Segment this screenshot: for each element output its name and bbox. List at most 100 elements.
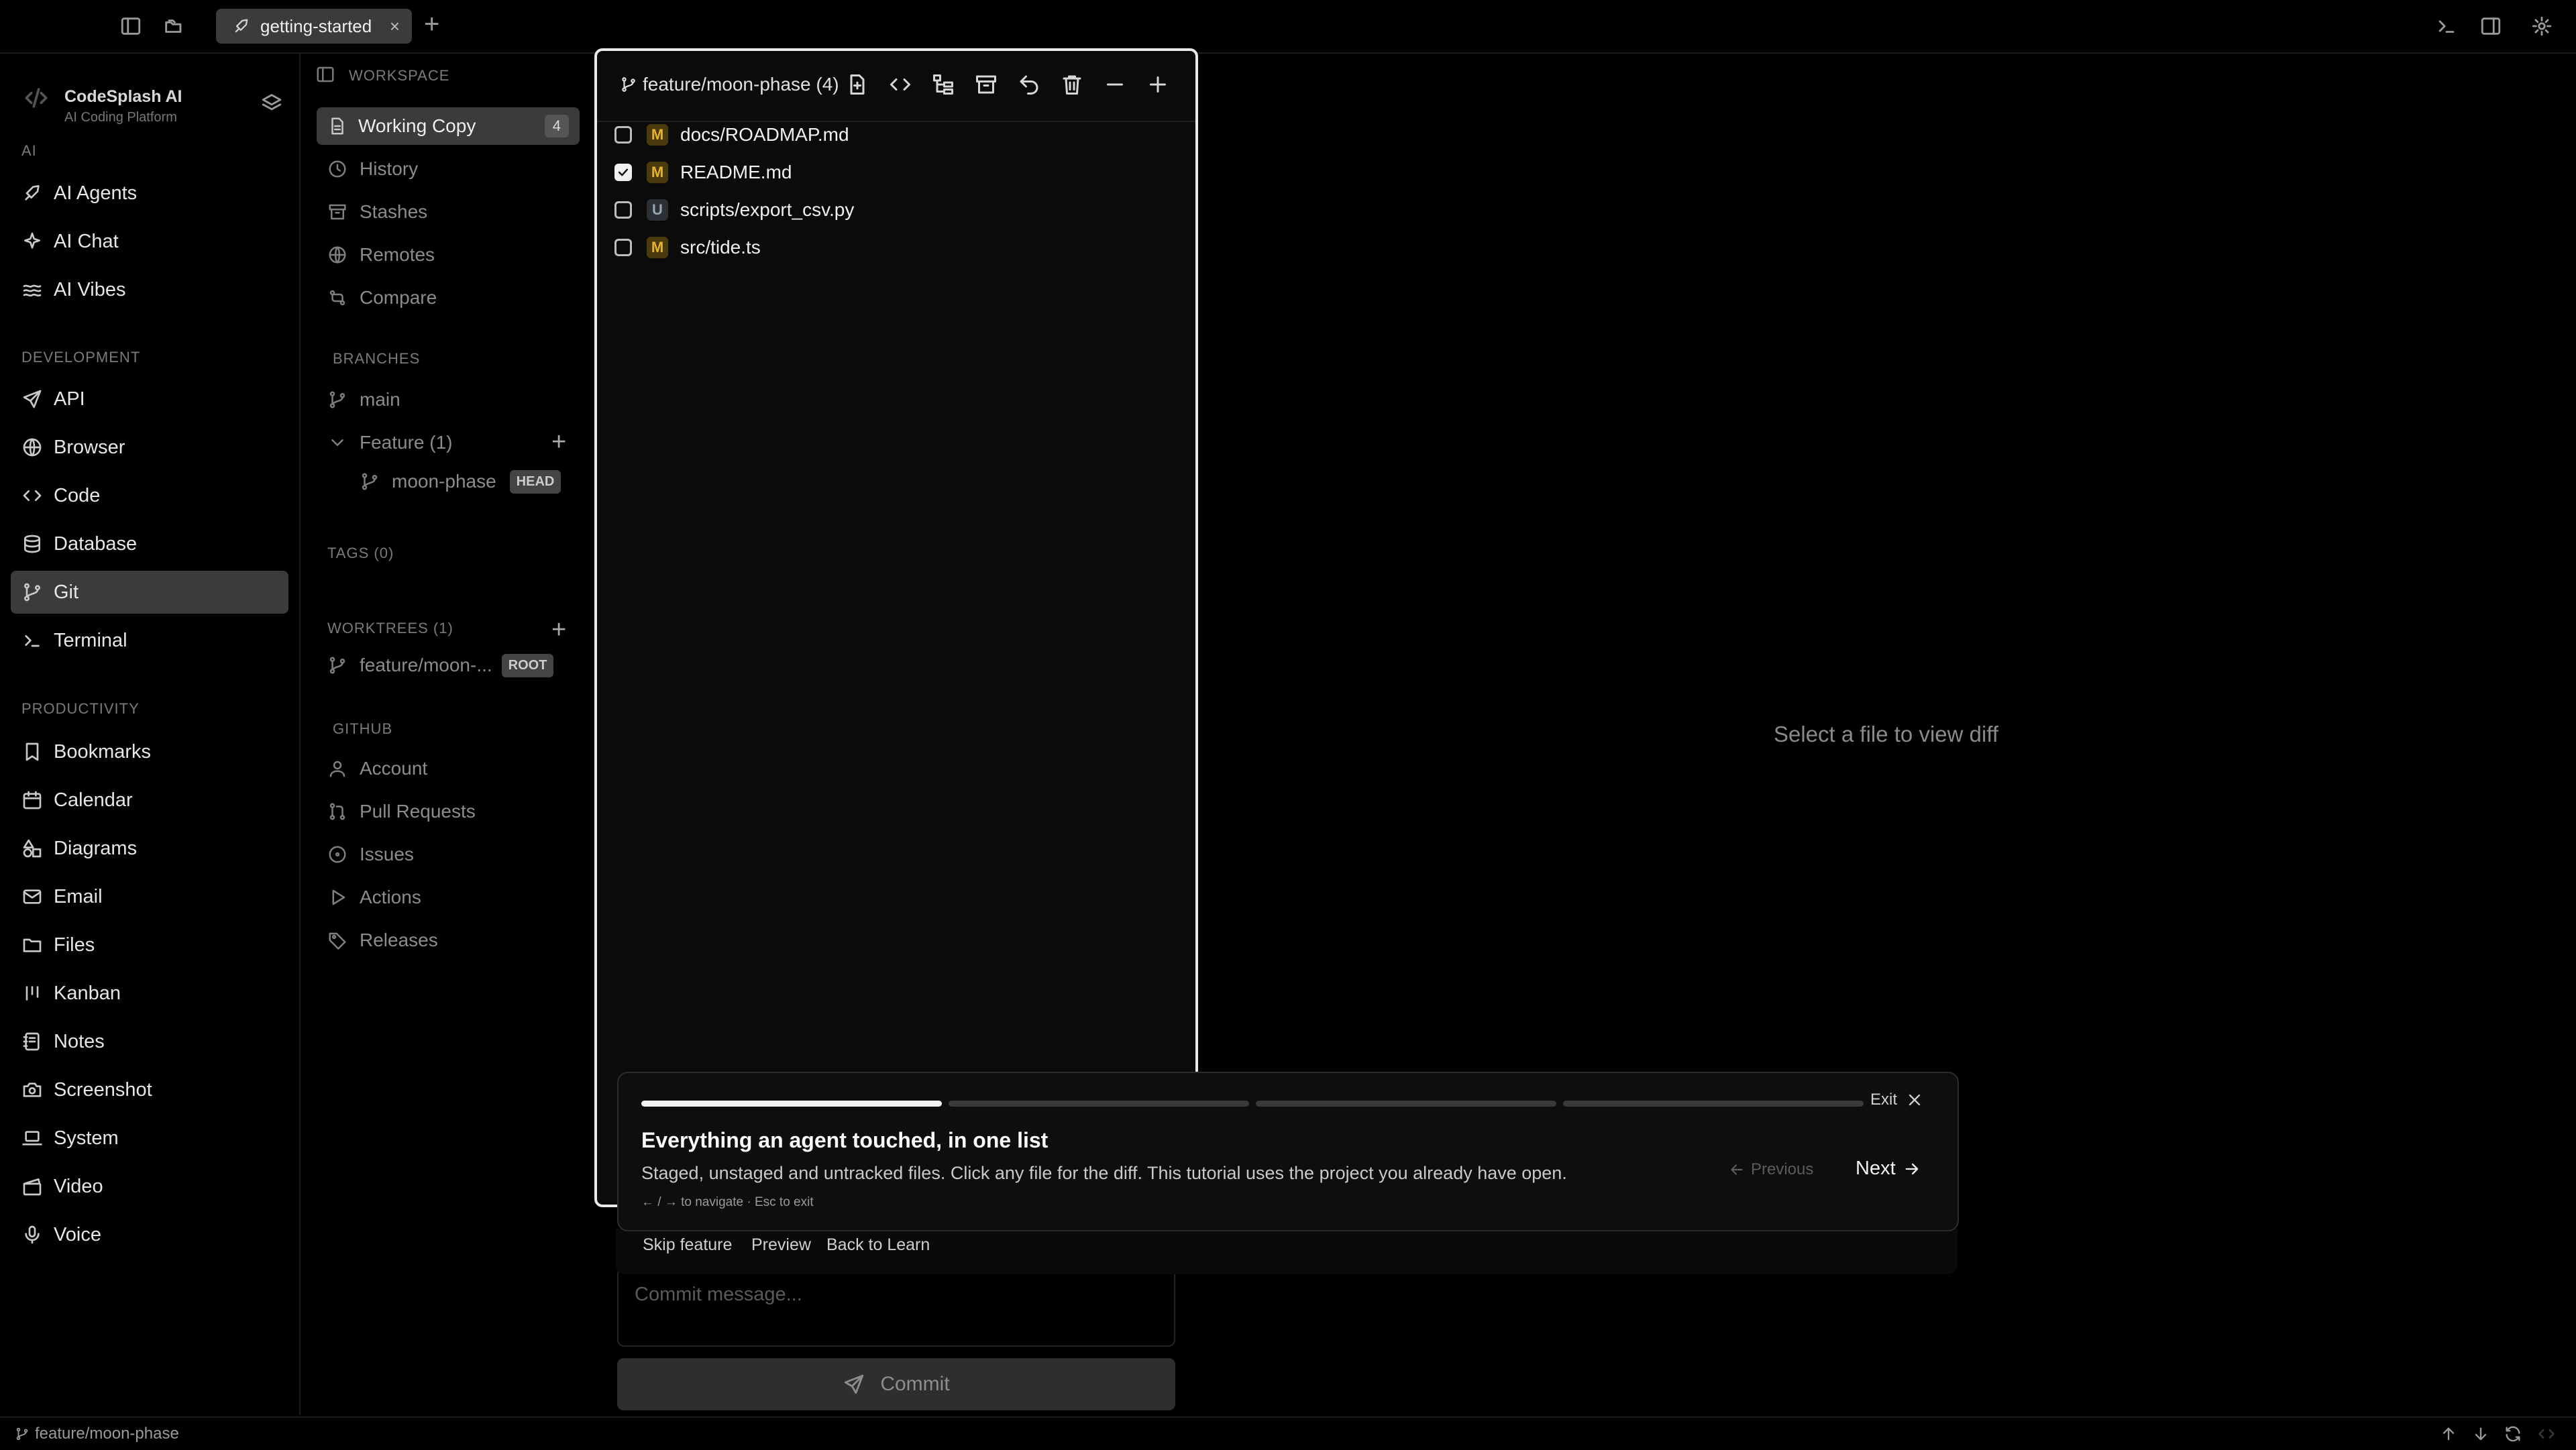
nav-item-browser[interactable]: Browser xyxy=(11,426,288,469)
nav-item-api[interactable]: API xyxy=(11,378,288,421)
send-icon xyxy=(23,390,42,408)
commit-message-input[interactable]: Commit message... xyxy=(617,1268,1175,1347)
nav-item-ai-agents[interactable]: AI Agents xyxy=(11,172,288,215)
arrow-down-icon[interactable] xyxy=(2471,1425,2490,1443)
status-badge-modified: M xyxy=(647,162,668,183)
progress-segment xyxy=(1563,1101,1864,1107)
workspace-item-history[interactable]: History xyxy=(327,150,418,188)
back-to-learn-link[interactable]: Back to Learn xyxy=(826,1235,930,1255)
nav-item-video[interactable]: Video xyxy=(11,1165,288,1208)
plus-icon[interactable] xyxy=(1146,72,1173,99)
nav-item-git[interactable]: Git xyxy=(11,571,288,614)
file-checkbox[interactable] xyxy=(614,164,632,181)
nav-item-code[interactable]: Code xyxy=(11,474,288,517)
file-diff-icon[interactable] xyxy=(845,72,872,99)
nav-item-kanban[interactable]: Kanban xyxy=(11,972,288,1015)
skip-feature-link[interactable]: Skip feature xyxy=(643,1235,732,1255)
nav-item-ai-chat[interactable]: AI Chat xyxy=(11,220,288,263)
nav-item-diagrams[interactable]: Diagrams xyxy=(11,827,288,870)
branch-selector[interactable]: feature/moon-phase (4) xyxy=(620,74,841,95)
nav-item-files[interactable]: Files xyxy=(11,924,288,966)
code-icon[interactable] xyxy=(888,72,915,99)
bookmark-icon xyxy=(25,742,39,761)
laptop-icon xyxy=(22,1131,42,1146)
add-branch-button[interactable]: + xyxy=(551,429,566,455)
github-item-pull-requests[interactable]: Pull Requests xyxy=(327,793,476,830)
branch-main[interactable]: main xyxy=(327,381,400,419)
status-badge-modified: M xyxy=(647,237,668,258)
arrow-up-icon[interactable] xyxy=(2439,1425,2458,1443)
next-button[interactable]: Next xyxy=(1856,1158,1921,1180)
workspace-item-remotes[interactable]: Remotes xyxy=(327,236,435,274)
file-row[interactable]: M docs/ROADMAP.md xyxy=(614,117,849,153)
nav-item-email[interactable]: Email xyxy=(11,875,288,918)
terminal-icon[interactable] xyxy=(2435,15,2458,38)
exit-tour-button[interactable]: Exit xyxy=(1870,1091,1924,1109)
nav-item-bookmarks[interactable]: Bookmarks xyxy=(11,730,288,773)
exit-label: Exit xyxy=(1870,1091,1897,1109)
nav-label: Code xyxy=(54,484,101,506)
code-icon[interactable] xyxy=(2537,1425,2556,1443)
github-item-actions[interactable]: Actions xyxy=(327,879,421,916)
file-row[interactable]: M README.md xyxy=(614,154,792,190)
archive-icon[interactable] xyxy=(974,72,1001,99)
sidebar-toggle-icon[interactable] xyxy=(119,15,142,38)
file-checkbox[interactable] xyxy=(614,201,632,219)
add-worktree-button[interactable]: + xyxy=(551,617,566,643)
workspace-item-stashes[interactable]: Stashes xyxy=(327,193,427,231)
tree-view-icon[interactable] xyxy=(931,72,958,99)
clapperboard-icon xyxy=(23,1178,42,1196)
code-icon xyxy=(23,490,42,501)
previous-button[interactable]: Previous xyxy=(1728,1160,1813,1179)
nav-item-screenshot[interactable]: Screenshot xyxy=(11,1068,288,1111)
branch-group-feature[interactable]: Feature (1) xyxy=(327,424,453,461)
file-checkbox[interactable] xyxy=(614,239,632,256)
undo-icon[interactable] xyxy=(1017,72,1044,99)
nav-item-notes[interactable]: Notes xyxy=(11,1020,288,1063)
nav-label: Database xyxy=(54,533,138,555)
branch-moon-phase[interactable]: moon-phase HEAD xyxy=(360,463,561,500)
status-branch-label: feature/moon-phase xyxy=(35,1425,179,1443)
chevron-down-icon xyxy=(331,439,343,446)
panel-right-icon[interactable] xyxy=(2479,15,2502,38)
nav-label: AI Agents xyxy=(54,182,138,204)
file-row[interactable]: M src/tide.ts xyxy=(614,229,761,266)
tags-heading[interactable]: TAGS (0) xyxy=(327,545,394,562)
new-tab-button[interactable]: + xyxy=(424,11,439,38)
minus-icon[interactable] xyxy=(1103,72,1130,99)
refresh-icon[interactable] xyxy=(2504,1425,2522,1443)
worktree-item[interactable]: feature/moon-... ROOT xyxy=(327,647,554,684)
nav-item-terminal[interactable]: Terminal xyxy=(11,619,288,662)
preview-link[interactable]: Preview xyxy=(751,1235,811,1255)
trash-icon[interactable] xyxy=(1060,72,1087,99)
git-branch-icon xyxy=(16,1427,28,1441)
tutorial-popover: Exit Everything an agent touched, in one… xyxy=(617,1072,1959,1231)
github-item-account[interactable]: Account xyxy=(327,750,427,787)
commit-button[interactable]: Commit xyxy=(617,1358,1175,1410)
send-icon xyxy=(845,1374,864,1394)
tab-getting-started[interactable]: getting-started × xyxy=(216,9,412,44)
status-branch[interactable]: feature/moon-phase xyxy=(15,1425,179,1443)
check-icon xyxy=(618,168,629,176)
commit-label: Commit xyxy=(880,1373,950,1395)
branches-heading: BRANCHES xyxy=(333,350,421,367)
file-row[interactable]: U scripts/export_csv.py xyxy=(614,192,854,228)
folders-icon[interactable] xyxy=(162,15,185,38)
nav-item-system[interactable]: System xyxy=(11,1117,288,1160)
github-item-issues[interactable]: Issues xyxy=(327,836,414,873)
nav-item-voice[interactable]: Voice xyxy=(11,1213,288,1256)
close-icon[interactable]: × xyxy=(390,16,400,37)
nav-item-calendar[interactable]: Calendar xyxy=(11,779,288,822)
nav-label: Terminal xyxy=(54,629,127,651)
database-icon xyxy=(24,535,40,553)
workspace-item-compare[interactable]: Compare xyxy=(327,279,437,317)
arrow-right-icon xyxy=(1905,1163,1918,1174)
sparkles-icon xyxy=(24,232,40,249)
nav-item-ai-vibes[interactable]: AI Vibes xyxy=(11,268,288,311)
file-checkbox[interactable] xyxy=(614,126,632,144)
nav-item-database[interactable]: Database xyxy=(11,522,288,565)
workspace-item-working-copy[interactable]: Working Copy 4 xyxy=(317,107,580,145)
github-item-releases[interactable]: Releases xyxy=(327,922,438,959)
layers-icon[interactable] xyxy=(260,91,283,114)
gear-icon[interactable] xyxy=(2530,15,2553,38)
